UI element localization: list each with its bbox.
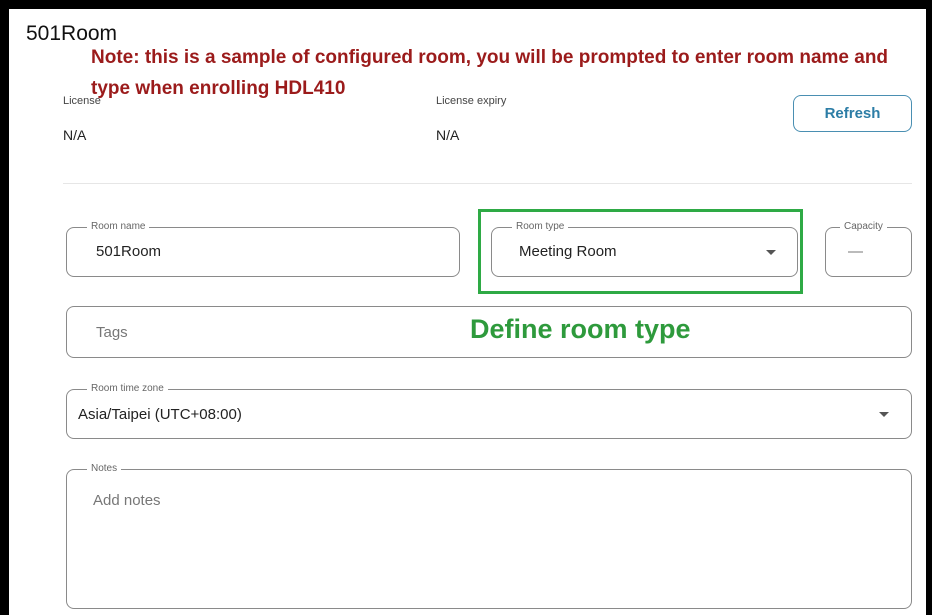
capacity-field[interactable]: Capacity —: [825, 220, 912, 277]
notes-textarea[interactable]: Notes Add notes: [66, 462, 912, 609]
divider: [63, 183, 912, 184]
define-room-type-annotation: Define room type: [470, 314, 691, 344]
chevron-down-icon: [879, 412, 889, 417]
room-type-highlight-box: [478, 209, 803, 294]
license-expiry-value: N/A: [436, 127, 460, 143]
time-zone-label: Room time zone: [87, 382, 168, 396]
right-border: [926, 0, 932, 615]
refresh-button[interactable]: Refresh: [793, 95, 912, 132]
room-name-value: 501Room: [96, 243, 162, 260]
license-expiry-label: License expiry: [436, 95, 507, 107]
room-name-label: Room name: [87, 220, 150, 234]
capacity-value: —: [848, 243, 863, 260]
left-border: [0, 0, 9, 615]
license-value: N/A: [63, 127, 87, 143]
time-zone-select[interactable]: Room time zone Asia/Taipei (UTC+08:00): [66, 382, 912, 439]
notes-placeholder: Add notes: [93, 492, 161, 509]
notes-label: Notes: [87, 462, 122, 476]
top-border: [0, 0, 932, 9]
capacity-label: Capacity: [840, 220, 887, 234]
tags-placeholder: Tags: [96, 324, 128, 341]
license-label: License: [63, 95, 101, 107]
time-zone-value: Asia/Taipei (UTC+08:00): [78, 406, 242, 423]
room-name-field[interactable]: Room name 501Room: [66, 220, 460, 277]
